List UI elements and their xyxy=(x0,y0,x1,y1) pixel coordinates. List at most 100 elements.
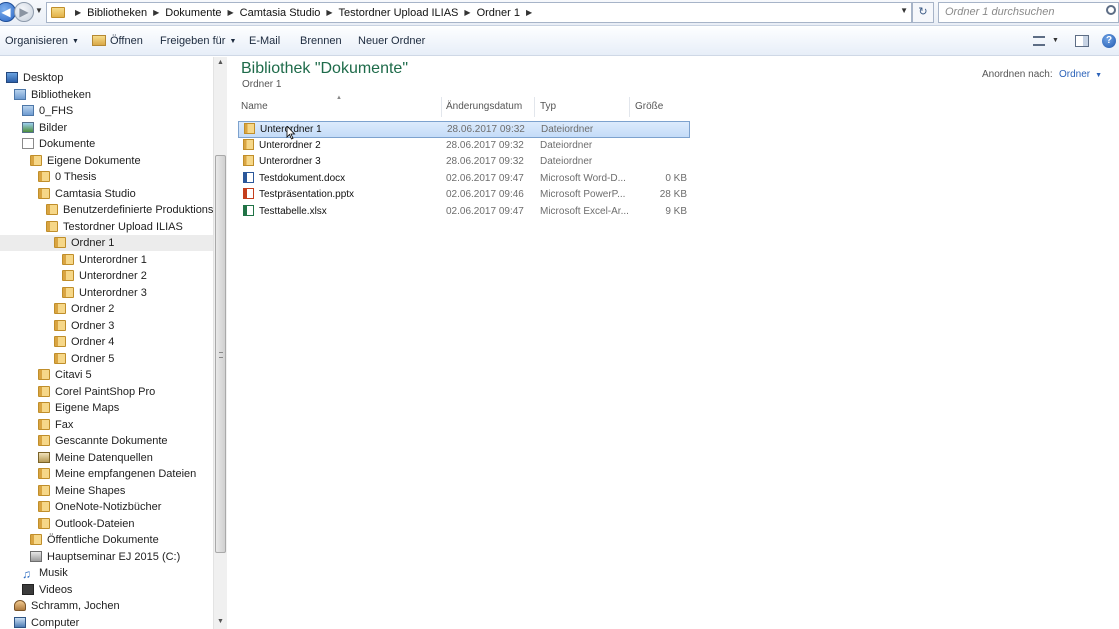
nav-item-outlook[interactable]: Outlook-Dateien xyxy=(38,516,135,532)
nav-item-ordner-5[interactable]: Ordner 5 xyxy=(54,351,114,367)
nav-item-fax[interactable]: Fax xyxy=(38,417,73,433)
view-options-icon[interactable] xyxy=(1033,36,1045,46)
column-header-name[interactable]: Name xyxy=(241,101,268,112)
powerpoint-file-icon xyxy=(243,188,254,199)
nav-item-scanned[interactable]: Gescannte Dokumente xyxy=(38,433,168,449)
file-row[interactable]: Unterordner 1 28.06.2017 09:32 Dateiordn… xyxy=(238,121,690,138)
folder-icon xyxy=(38,386,50,397)
breadcrumb-item[interactable]: Camtasia Studio xyxy=(240,7,321,19)
folder-icon xyxy=(38,518,50,529)
folder-icon xyxy=(243,155,254,166)
nav-item-videos[interactable]: Videos xyxy=(22,582,72,598)
nav-item-desktop[interactable]: Desktop xyxy=(6,70,63,86)
chevron-down-icon[interactable]: ▼ xyxy=(1052,37,1059,44)
navigation-scrollbar[interactable]: ▲ ▼ xyxy=(213,57,227,629)
chevron-right-icon[interactable]: ▶ xyxy=(228,8,234,17)
folder-icon xyxy=(51,7,65,18)
column-header-date[interactable]: Änderungsdatum xyxy=(446,101,522,112)
column-divider[interactable] xyxy=(441,97,442,117)
scroll-up-icon[interactable]: ▲ xyxy=(217,59,224,66)
nav-item-label: Ordner 1 xyxy=(71,237,115,249)
nav-item-libraries[interactable]: Bibliotheken xyxy=(14,87,91,103)
column-header-size[interactable]: Größe xyxy=(635,101,663,112)
nav-item-testordner-upload[interactable]: Testordner Upload ILIAS xyxy=(46,219,183,235)
nav-item-public-documents[interactable]: Öffentliche Dokumente xyxy=(30,532,159,548)
nav-item-eigene-maps[interactable]: Eigene Maps xyxy=(38,400,119,416)
file-list-pane: Bibliothek "Dokumente" Ordner 1 Anordnen… xyxy=(228,57,1119,629)
organize-button[interactable]: Organisieren ▼ xyxy=(5,35,79,47)
file-row[interactable]: Testdokument.docx 02.06.2017 09:47 Micro… xyxy=(238,171,690,188)
chevron-right-icon[interactable]: ▶ xyxy=(153,8,159,17)
folder-icon xyxy=(38,468,50,479)
nav-item-0-thesis[interactable]: 0 Thesis xyxy=(38,169,96,185)
nav-item-corel[interactable]: Corel PaintShop Pro xyxy=(38,384,155,400)
chevron-right-icon[interactable]: ▶ xyxy=(326,8,332,17)
nav-item-music[interactable]: ♫ Musik xyxy=(22,565,68,581)
nav-item-unterordner-1[interactable]: Unterordner 1 xyxy=(62,252,147,268)
nav-item-ordner-4[interactable]: Ordner 4 xyxy=(54,334,114,350)
column-header-type[interactable]: Typ xyxy=(540,101,556,112)
nav-item-onenote[interactable]: OneNote-Notizbücher xyxy=(38,499,161,515)
documents-icon xyxy=(22,138,34,149)
breadcrumb-item[interactable]: Bibliotheken xyxy=(87,7,147,19)
nav-item-ordner-3[interactable]: Ordner 3 xyxy=(54,318,114,334)
nav-item-drive-c[interactable]: Hauptseminar EJ 2015 (C:) xyxy=(30,549,180,565)
nav-item-shapes[interactable]: Meine Shapes xyxy=(38,483,125,499)
nav-item-pictures[interactable]: Bilder xyxy=(22,120,67,136)
new-folder-button[interactable]: Neuer Ordner xyxy=(358,35,425,47)
arrange-by-label: Anordnen nach: xyxy=(982,69,1053,80)
breadcrumb-item[interactable]: Testordner Upload ILIAS xyxy=(339,7,459,19)
nav-item-unterordner-2[interactable]: Unterordner 2 xyxy=(62,268,147,284)
file-row[interactable]: Testtabelle.xlsx 02.06.2017 09:47 Micros… xyxy=(238,204,690,221)
email-button[interactable]: E-Mail xyxy=(249,35,280,47)
nav-item-received-files[interactable]: Meine empfangenen Dateien xyxy=(38,466,196,482)
nav-item-ordner-1[interactable]: Ordner 1 xyxy=(0,235,213,251)
breadcrumb[interactable]: ▶ Bibliotheken ▶ Dokumente ▶ Camtasia St… xyxy=(46,2,912,23)
file-date: 28.06.2017 09:32 xyxy=(446,156,524,167)
chevron-down-icon[interactable]: ▼ xyxy=(900,6,908,15)
drive-icon xyxy=(30,551,42,562)
file-row[interactable]: Testpräsentation.pptx 02.06.2017 09:46 M… xyxy=(238,187,690,204)
search-input[interactable]: Ordner 1 durchsuchen xyxy=(938,2,1119,23)
breadcrumb-item[interactable]: Dokumente xyxy=(165,7,221,19)
file-row[interactable]: Unterordner 2 28.06.2017 09:32 Dateiordn… xyxy=(238,138,690,155)
preview-pane-icon[interactable] xyxy=(1075,35,1089,47)
column-divider[interactable] xyxy=(629,97,630,117)
recent-pages-chevron-icon[interactable]: ▼ xyxy=(35,6,43,15)
nav-item-label: Ordner 4 xyxy=(71,336,115,348)
arrange-by-dropdown[interactable]: Ordner ▼ xyxy=(1059,69,1102,80)
nav-item-camtasia-studio[interactable]: Camtasia Studio xyxy=(38,186,136,202)
breadcrumb-item[interactable]: Ordner 1 xyxy=(477,7,520,19)
nav-item-citavi[interactable]: Citavi 5 xyxy=(38,367,92,383)
share-button[interactable]: Freigeben für ▼ xyxy=(160,35,236,47)
burn-button[interactable]: Brennen xyxy=(300,35,342,47)
search-icon[interactable] xyxy=(1106,5,1116,15)
chevron-right-icon[interactable]: ▶ xyxy=(464,8,470,17)
scrollbar-thumb[interactable] xyxy=(215,155,226,553)
nav-item-unterordner-3[interactable]: Unterordner 3 xyxy=(62,285,147,301)
nav-item-label: Unterordner 2 xyxy=(79,270,147,282)
nav-item-data-sources[interactable]: Meine Datenquellen xyxy=(38,450,153,466)
help-icon[interactable]: ? xyxy=(1102,34,1116,48)
open-button[interactable]: Öffnen xyxy=(92,35,143,47)
forward-arrow-icon[interactable]: ▶ xyxy=(14,2,34,22)
folder-icon xyxy=(30,155,42,166)
refresh-button[interactable]: ↻ xyxy=(912,2,934,23)
nav-item-documents[interactable]: Dokumente xyxy=(22,136,95,152)
folder-icon xyxy=(243,139,254,150)
scroll-down-icon[interactable]: ▼ xyxy=(217,618,224,625)
column-divider[interactable] xyxy=(534,97,535,117)
nav-item-0-fhs[interactable]: 0_FHS xyxy=(22,103,73,119)
share-label: Freigeben für xyxy=(160,35,226,47)
file-row[interactable]: Unterordner 3 28.06.2017 09:32 Dateiordn… xyxy=(238,154,690,171)
nav-item-my-documents[interactable]: Eigene Dokumente xyxy=(30,153,141,169)
nav-item-user[interactable]: Schramm, Jochen xyxy=(14,598,120,614)
nav-item-computer[interactable]: Computer xyxy=(14,615,79,629)
chevron-right-icon[interactable]: ▶ xyxy=(526,8,532,17)
nav-item-label: Bilder xyxy=(39,122,68,134)
folder-icon xyxy=(38,369,50,380)
nav-item-ordner-2[interactable]: Ordner 2 xyxy=(54,301,114,317)
nav-item-label: Outlook-Dateien xyxy=(55,518,135,530)
chevron-right-icon[interactable]: ▶ xyxy=(75,8,81,17)
nav-item-production-settings[interactable]: Benutzerdefinierte Produktionseinstellun… xyxy=(46,202,213,218)
